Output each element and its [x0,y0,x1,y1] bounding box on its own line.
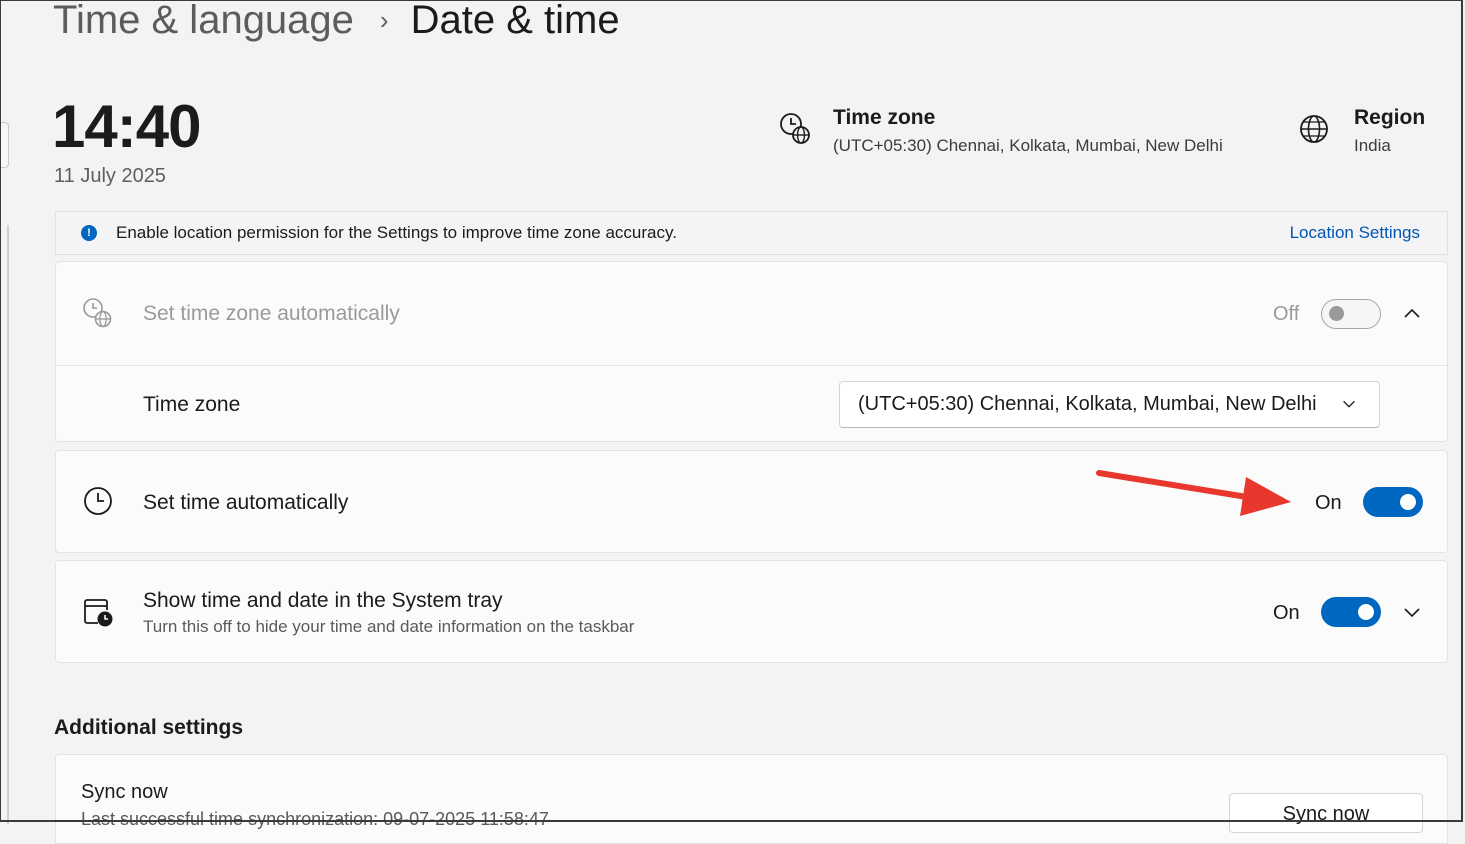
timezone-globe-icon [780,113,810,144]
auto-timezone-toggle[interactable] [1321,299,1381,329]
sync-now-label: Sync now [81,781,168,803]
auto-time-toggle[interactable] [1363,487,1423,517]
breadcrumb-separator-icon: › [379,4,389,35]
timezone-summary-title: Time zone [833,106,936,129]
side-panel-edge [0,122,9,168]
annotation-arrow-icon [1096,470,1291,516]
current-date: 11 July 2025 [54,165,166,187]
system-tray-toggle[interactable] [1321,597,1381,627]
additional-settings-title: Additional settings [54,716,243,739]
clock-icon [84,487,112,515]
auto-time-state: On [1315,492,1342,514]
timezone-dropdown-value: (UTC+05:30) Chennai, Kolkata, Mumbai, Ne… [858,393,1317,415]
calendar-clock-icon [84,599,113,627]
timezone-dropdown[interactable]: (UTC+05:30) Chennai, Kolkata, Mumbai, Ne… [839,381,1380,428]
system-tray-state: On [1273,602,1300,624]
auto-timezone-state: Off [1273,303,1300,325]
auto-timezone-row[interactable]: Set time zone automatically Off [56,262,1447,365]
region-summary-value: India [1354,136,1391,155]
system-tray-label: Show time and date in the System tray [143,589,503,612]
region-summary-title: Region [1354,106,1426,129]
chevron-up-icon[interactable] [1402,304,1422,324]
system-tray-description: Turn this off to hide your time and date… [143,617,635,636]
breadcrumb: Time & language › Date & time [53,0,620,46]
breadcrumb-parent[interactable]: Time & language [53,0,354,43]
timezone-summary-value: (UTC+05:30) Chennai, Kolkata, Mumbai, Ne… [833,136,1223,155]
current-time: 14:40 [52,93,201,160]
timezone-globe-icon [83,298,112,328]
timezone-select-label: Time zone [143,393,241,416]
sync-now-button[interactable]: Sync now [1229,793,1423,833]
auto-timezone-label: Set time zone automatically [143,302,400,325]
left-border-strip [7,225,9,824]
globe-icon [1300,115,1328,143]
location-permission-banner: ! Enable location permission for the Set… [55,211,1448,255]
banner-text: Enable location permission for the Setti… [116,223,677,242]
chevron-down-icon[interactable] [1402,602,1422,622]
auto-time-label: Set time automatically [143,491,349,514]
location-settings-link[interactable]: Location Settings [1290,223,1420,243]
info-icon: ! [81,225,97,241]
region-summary: Region India [1298,106,1425,156]
chevron-down-icon [1343,400,1355,408]
system-tray-card[interactable]: Show time and date in the System tray Tu… [55,560,1448,663]
page-title: Date & time [410,0,620,42]
timezone-summary: Time zone (UTC+05:30) Chennai, Kolkata, … [779,106,1223,156]
sync-now-card: Sync now Last successful time synchroniz… [55,754,1448,844]
auto-timezone-card: Set time zone automatically Off Time zon… [55,261,1448,442]
sync-now-detail: Last successful time synchronization: 09… [81,809,549,829]
